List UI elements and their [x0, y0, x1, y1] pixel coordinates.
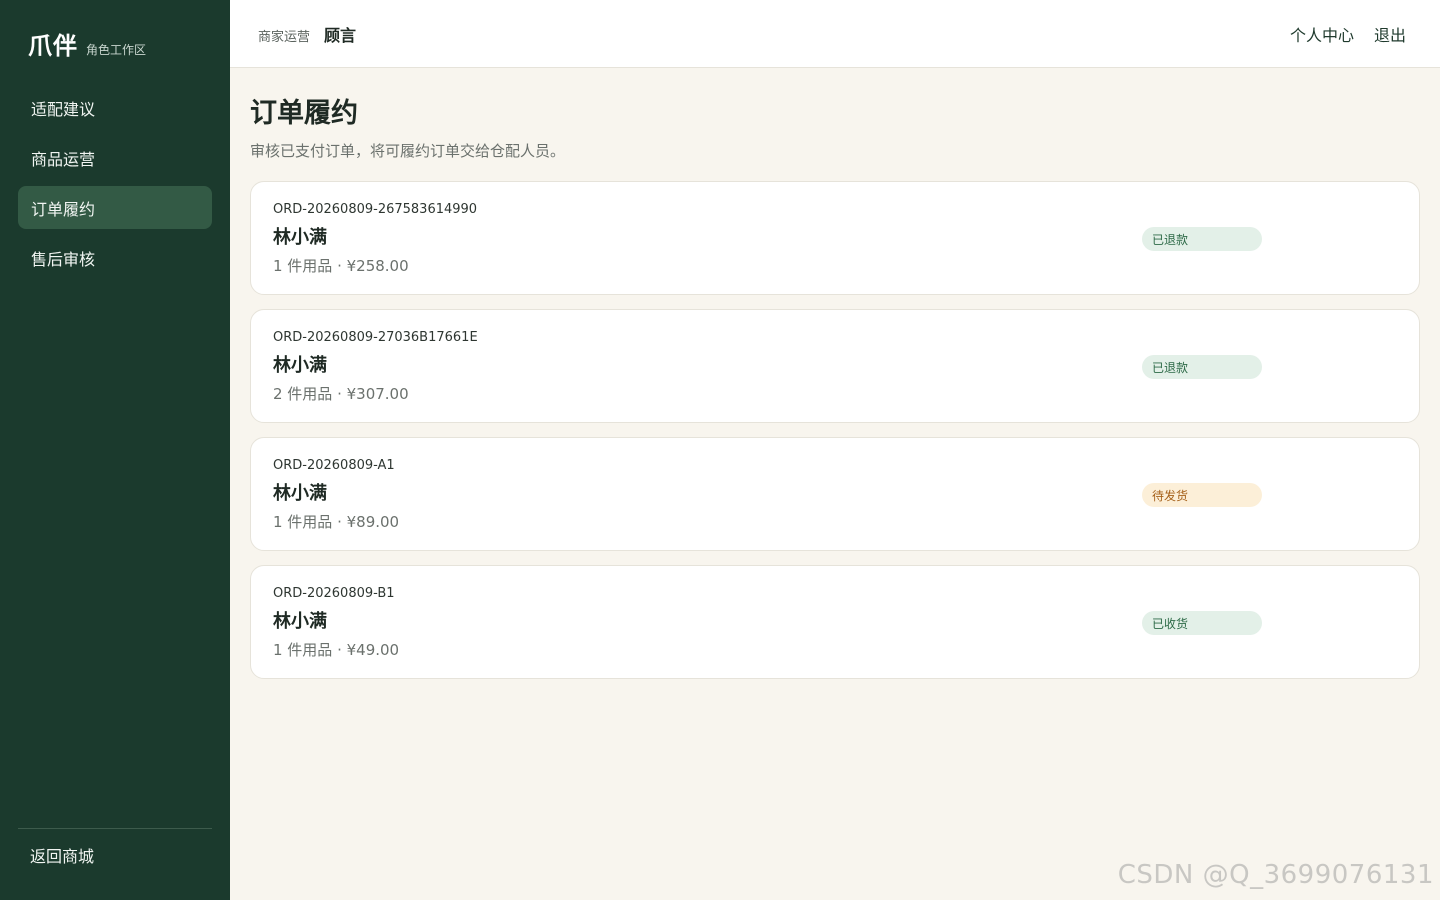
- order-card[interactable]: ORD-20260809-27036B17661E 林小满 2 件用品 · ¥3…: [250, 309, 1420, 424]
- order-summary: 1 件用品 · ¥89.00: [273, 513, 400, 532]
- page-description: 审核已支付订单，将可履约订单交给仓配人员。: [250, 142, 566, 161]
- order-id: ORD-20260809-267583614990: [273, 202, 478, 218]
- topbar: 商家运营 顾言 个人中心 退出: [230, 0, 1440, 68]
- order-summary: 1 件用品 · ¥258.00: [273, 257, 409, 276]
- app-root: 爪伴 角色工作区 适配建议 商品运营 订单履约 售后审核 返回商城 商家运营 顾…: [0, 0, 1440, 900]
- order-id: ORD-20260809-A1: [273, 458, 395, 474]
- order-id: ORD-20260809-27036B17661E: [273, 330, 478, 346]
- order-id: ORD-20260809-B1: [273, 586, 395, 602]
- order-card[interactable]: ORD-20260809-267583614990 林小满 1 件用品 · ¥2…: [250, 181, 1420, 296]
- topbar-actions: 个人中心 退出: [1290, 22, 1406, 46]
- profile-link[interactable]: 个人中心: [1290, 22, 1354, 46]
- order-list: ORD-20260809-267583614990 林小满 1 件用品 · ¥2…: [250, 181, 1420, 680]
- order-card[interactable]: ORD-20260809-A1 林小满 1 件用品 · ¥89.00 待发货: [250, 437, 1420, 552]
- status-badge: 待发货: [1142, 483, 1262, 508]
- status-badge: 已退款: [1142, 355, 1262, 380]
- brand: 爪伴 角色工作区: [18, 0, 212, 84]
- sidebar-nav: 适配建议 商品运营 订单履约 售后审核: [18, 86, 212, 279]
- order-card[interactable]: ORD-20260809-B1 林小满 1 件用品 · ¥49.00 已收货: [250, 565, 1420, 680]
- logout-link[interactable]: 退出: [1374, 22, 1406, 46]
- order-summary: 1 件用品 · ¥49.00: [273, 641, 400, 660]
- order-summary: 2 件用品 · ¥307.00: [273, 385, 409, 404]
- content: 订单履约 审核已支付订单，将可履约订单交给仓配人员。 ORD-20260809-…: [230, 68, 1440, 680]
- sidebar-item-after-sales-review[interactable]: 售后审核: [18, 236, 212, 279]
- user-name: 顾言: [324, 25, 357, 45]
- sidebar-item-order-fulfillment[interactable]: 订单履约: [18, 186, 212, 229]
- brand-subtitle: 角色工作区: [86, 43, 147, 57]
- watermark: CSDN @Q_3699076131: [1117, 860, 1434, 890]
- sidebar-footer: 返回商城: [18, 828, 212, 867]
- user-role: 商家运营: [258, 29, 311, 45]
- topbar-user-info: 商家运营 顾言: [258, 22, 356, 46]
- main-area: 商家运营 顾言 个人中心 退出 订单履约 审核已支付订单，将可履约订单交给仓配人…: [230, 0, 1440, 900]
- sidebar-item-fit-suggestions[interactable]: 适配建议: [18, 86, 212, 129]
- status-badge: 已收货: [1142, 611, 1262, 636]
- status-badge: 已退款: [1142, 227, 1262, 252]
- sidebar: 爪伴 角色工作区 适配建议 商品运营 订单履约 售后审核 返回商城: [0, 0, 230, 900]
- sidebar-item-product-ops[interactable]: 商品运营: [18, 136, 212, 179]
- page-title: 订单履约: [250, 98, 358, 129]
- brand-logo-text: 爪伴: [28, 32, 78, 60]
- back-to-store-link[interactable]: 返回商城: [18, 843, 212, 867]
